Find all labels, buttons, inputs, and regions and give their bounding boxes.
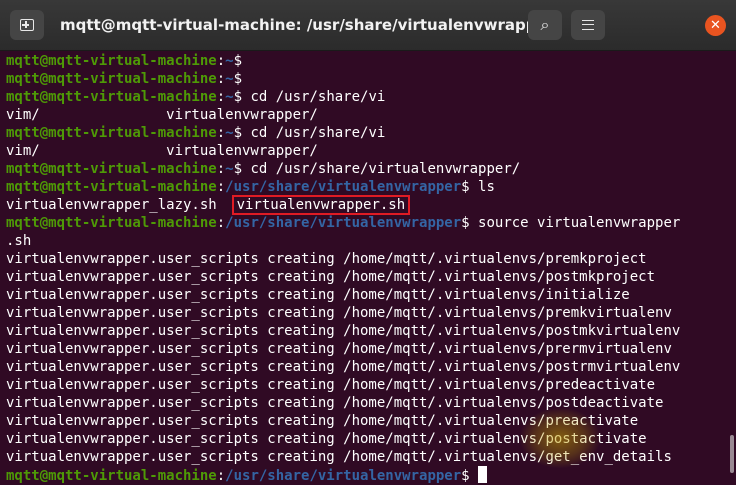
search-button[interactable]: ⌕ bbox=[528, 10, 562, 40]
new-tab-button[interactable] bbox=[10, 10, 44, 40]
prompt-path: ~ bbox=[225, 53, 234, 69]
prompt-user: mqtt@mqtt-virtual-machine bbox=[6, 125, 217, 141]
terminal-line: virtualenvwrapper.user_scripts creating … bbox=[6, 394, 730, 412]
prompt-colon: : bbox=[216, 161, 226, 177]
prompt-dollar: $ bbox=[233, 161, 243, 177]
prompt-path: /usr/share/virtualenvwrapper bbox=[225, 179, 462, 195]
window-title: mqtt@mqtt-virtual-machine: /usr/share/vi… bbox=[60, 16, 555, 34]
prompt-dollar: $ bbox=[233, 71, 243, 87]
scrollbar[interactable] bbox=[730, 435, 734, 473]
terminal-line: mqtt@mqtt-virtual-machine:/usr/share/vir… bbox=[6, 466, 730, 484]
terminal-line: .sh bbox=[6, 232, 730, 250]
title-bar: mqtt@mqtt-virtual-machine: /usr/share/vi… bbox=[0, 0, 736, 51]
terminal-line: virtualenvwrapper.user_scripts creating … bbox=[6, 304, 730, 322]
prompt-colon: : bbox=[216, 53, 226, 69]
prompt-colon: : bbox=[216, 468, 226, 484]
ls-entry-highlighted: virtualenvwrapper.sh bbox=[231, 195, 411, 215]
terminal-line: virtualenvwrapper.user_scripts creating … bbox=[6, 412, 730, 430]
output-text: virtualenvwrapper.user_scripts creating … bbox=[6, 305, 672, 321]
hamburger-menu-icon bbox=[582, 20, 594, 30]
output-text: virtualenvwrapper.user_scripts creating … bbox=[6, 269, 656, 285]
prompt-dollar: $ bbox=[233, 53, 243, 69]
prompt-colon: : bbox=[216, 125, 226, 141]
output-text: virtualenvwrapper.user_scripts creating … bbox=[6, 287, 630, 303]
terminal-line: virtualenvwrapper_lazy.sh virtualenvwrap… bbox=[6, 195, 730, 215]
prompt-colon: : bbox=[216, 179, 226, 195]
output-text: virtualenvwrapper.user_scripts creating … bbox=[6, 323, 681, 339]
prompt-path: /usr/share/virtualenvwrapper bbox=[225, 468, 462, 484]
output-text: virtualenvwrapper.user_scripts creating … bbox=[6, 431, 647, 447]
terminal-line: mqtt@mqtt-virtual-machine:/usr/share/vir… bbox=[6, 214, 730, 232]
output-text: .sh bbox=[6, 233, 32, 249]
prompt-user: mqtt@mqtt-virtual-machine bbox=[6, 161, 217, 177]
search-icon: ⌕ bbox=[540, 15, 550, 34]
prompt-user: mqtt@mqtt-virtual-machine bbox=[6, 53, 217, 69]
prompt-colon: : bbox=[216, 71, 226, 87]
output-text: virtualenvwrapper.user_scripts creating … bbox=[6, 413, 639, 429]
terminal-line: mqtt@mqtt-virtual-machine:~$ bbox=[6, 70, 730, 88]
prompt-path: ~ bbox=[225, 71, 234, 87]
output-text: virtualenvwrapper.user_scripts creating … bbox=[6, 395, 664, 411]
new-tab-icon bbox=[20, 19, 34, 31]
terminal-line: virtualenvwrapper.user_scripts creating … bbox=[6, 430, 730, 448]
output-text: virtualenvwrapper.user_scripts creating … bbox=[6, 359, 681, 375]
ls-entry: virtualenvwrapper_lazy.sh bbox=[6, 197, 217, 213]
terminal-line: virtualenvwrapper.user_scripts creating … bbox=[6, 268, 730, 286]
output-text: virtualenvwrapper.user_scripts creating … bbox=[6, 341, 672, 357]
terminal-line: virtualenvwrapper.user_scripts creating … bbox=[6, 358, 730, 376]
prompt-user: mqtt@mqtt-virtual-machine bbox=[6, 215, 217, 231]
prompt-dollar: $ bbox=[461, 215, 470, 231]
output-text: virtualenvwrapper.user_scripts creating … bbox=[6, 251, 647, 267]
terminal-line: virtualenvwrapper.user_scripts creating … bbox=[6, 322, 730, 340]
menu-button[interactable] bbox=[571, 10, 605, 40]
command-text: cd /usr/share/vi bbox=[242, 125, 386, 141]
command-text bbox=[470, 468, 478, 484]
prompt-user: mqtt@mqtt-virtual-machine bbox=[6, 179, 217, 195]
terminal-line: mqtt@mqtt-virtual-machine:/usr/share/vir… bbox=[6, 178, 730, 196]
close-button[interactable]: ✕ bbox=[705, 15, 726, 36]
output-text: virtualenvwrapper.user_scripts creating … bbox=[6, 377, 656, 393]
prompt-path: ~ bbox=[225, 161, 234, 177]
terminal-line: vim/ virtualenvwrapper/ bbox=[6, 142, 730, 160]
terminal-line: mqtt@mqtt-virtual-machine:~$ cd /usr/sha… bbox=[6, 160, 730, 178]
prompt-dollar: $ bbox=[233, 89, 243, 105]
prompt-user: mqtt@mqtt-virtual-machine bbox=[6, 468, 217, 484]
prompt-path: ~ bbox=[225, 125, 234, 141]
output-text: vim/ virtualenvwrapper/ bbox=[6, 143, 318, 159]
prompt-colon: : bbox=[216, 215, 226, 231]
terminal-line: mqtt@mqtt-virtual-machine:~$ bbox=[6, 52, 730, 70]
prompt-dollar: $ bbox=[461, 179, 470, 195]
command-text: source virtualenvwrapper bbox=[469, 215, 681, 231]
prompt-colon: : bbox=[216, 89, 226, 105]
terminal-line: virtualenvwrapper.user_scripts creating … bbox=[6, 376, 730, 394]
prompt-path: ~ bbox=[225, 89, 234, 105]
ls-gap bbox=[217, 197, 234, 213]
command-text: ls bbox=[469, 179, 495, 195]
terminal-output[interactable]: mqtt@mqtt-virtual-machine:~$ mqtt@mqtt-vi… bbox=[6, 52, 730, 484]
terminal-line: virtualenvwrapper.user_scripts creating … bbox=[6, 448, 730, 466]
prompt-dollar: $ bbox=[461, 468, 470, 484]
output-text: virtualenvwrapper.user_scripts creating … bbox=[6, 449, 672, 465]
prompt-user: mqtt@mqtt-virtual-machine bbox=[6, 89, 217, 105]
terminal-line: virtualenvwrapper.user_scripts creating … bbox=[6, 250, 730, 268]
terminal-window: mqtt@mqtt-virtual-machine: /usr/share/vi… bbox=[0, 0, 736, 485]
terminal-line: mqtt@mqtt-virtual-machine:~$ cd /usr/sha… bbox=[6, 124, 730, 142]
terminal-line: virtualenvwrapper.user_scripts creating … bbox=[6, 286, 730, 304]
terminal-line: vim/ virtualenvwrapper/ bbox=[6, 106, 730, 124]
prompt-user: mqtt@mqtt-virtual-machine bbox=[6, 71, 217, 87]
close-icon: ✕ bbox=[710, 18, 721, 33]
terminal-line: virtualenvwrapper.user_scripts creating … bbox=[6, 340, 730, 358]
prompt-dollar: $ bbox=[233, 125, 243, 141]
command-text: cd /usr/share/vi bbox=[242, 89, 386, 105]
command-text: cd /usr/share/virtualenvwrapper/ bbox=[242, 161, 521, 177]
prompt-path: /usr/share/virtualenvwrapper bbox=[225, 215, 462, 231]
terminal-line: mqtt@mqtt-virtual-machine:~$ cd /usr/sha… bbox=[6, 88, 730, 106]
text-cursor bbox=[478, 466, 488, 483]
output-text: vim/ virtualenvwrapper/ bbox=[6, 107, 318, 123]
